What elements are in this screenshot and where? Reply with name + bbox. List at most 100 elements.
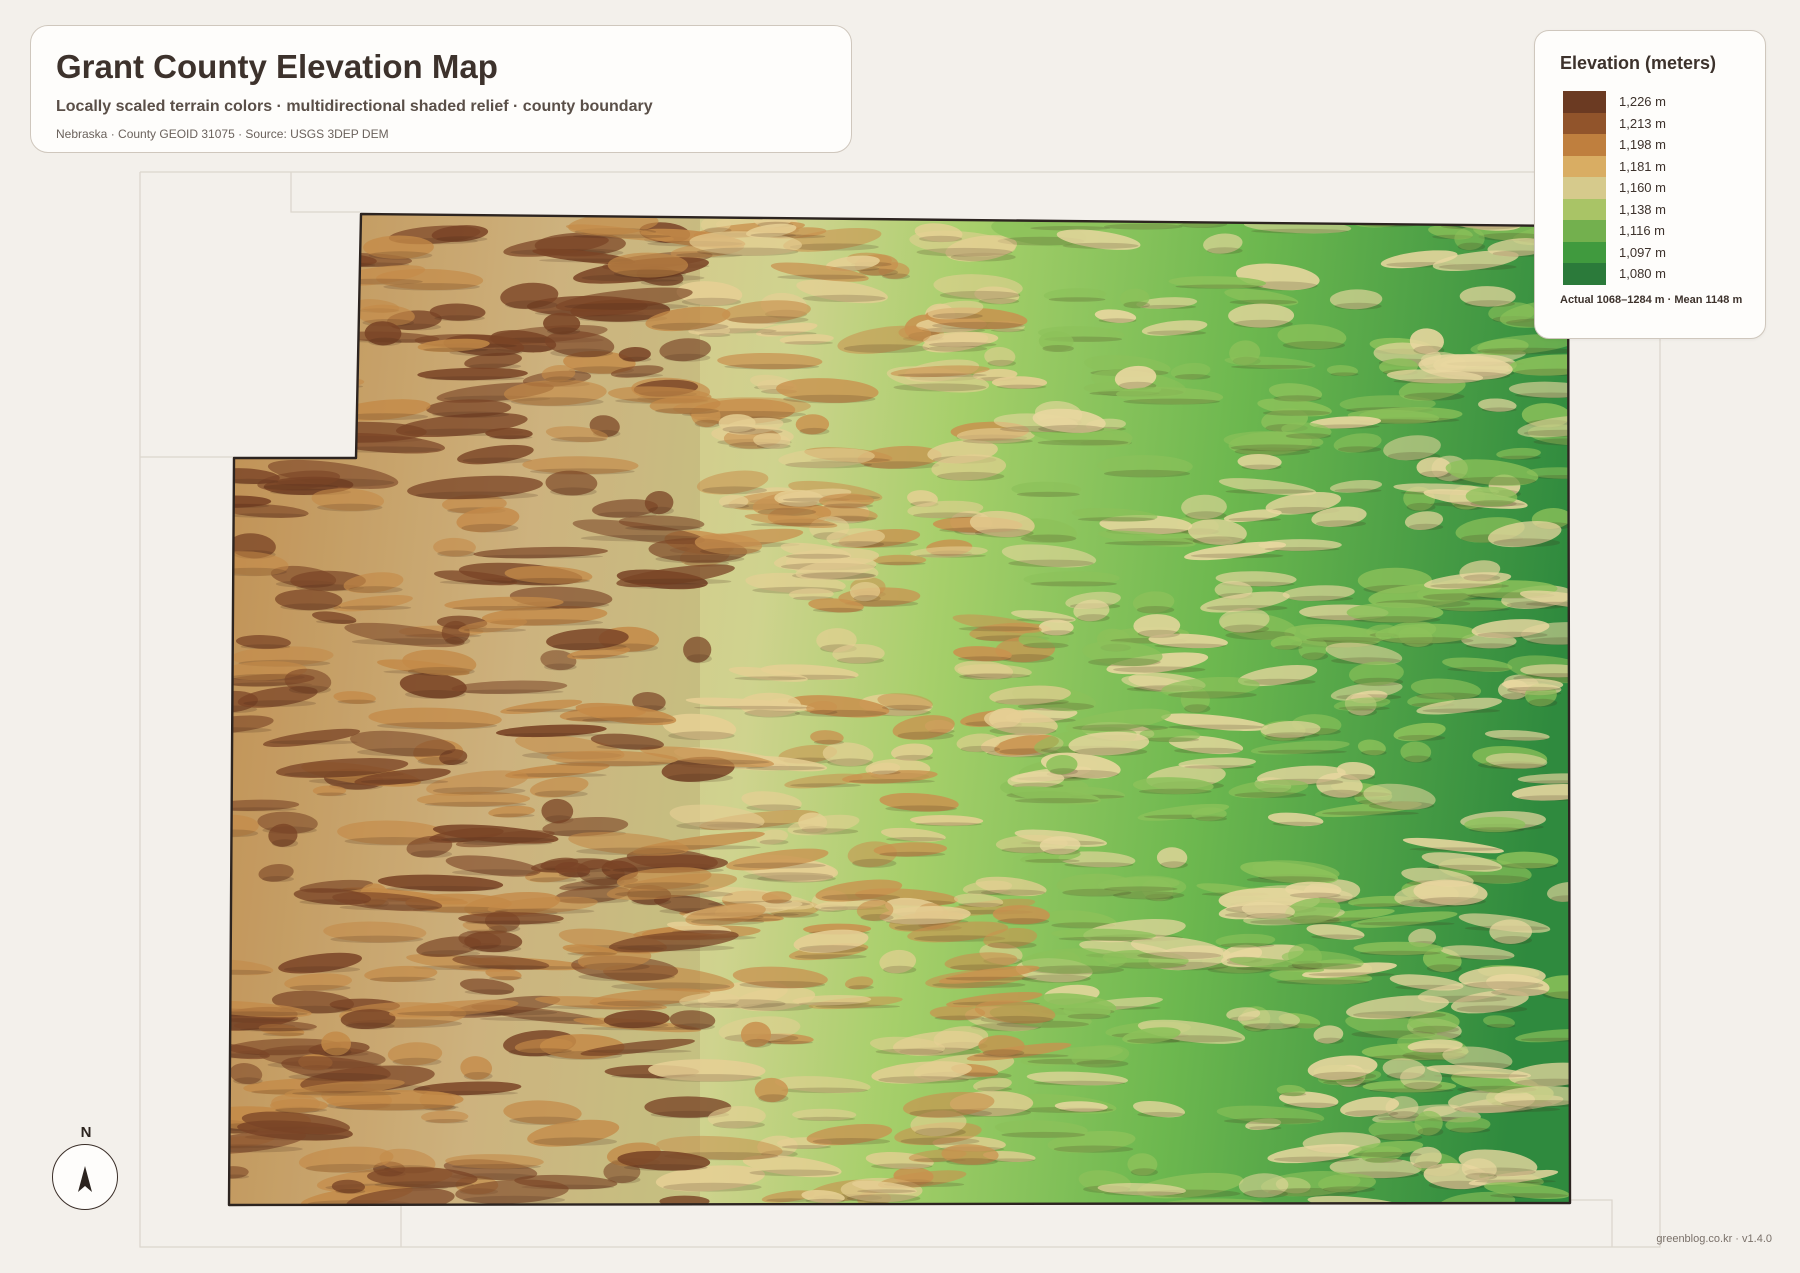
ridge-shadow <box>274 444 327 454</box>
dune-ridge <box>311 315 344 329</box>
ridge-shadow <box>1397 734 1446 741</box>
ridge-shadow <box>897 373 987 377</box>
ridge-shadow <box>1288 595 1354 602</box>
ridge-shadow <box>655 554 745 564</box>
ridge-shadow <box>827 758 873 767</box>
ridge-shadow <box>534 790 588 798</box>
ridge-shadow <box>805 1198 845 1204</box>
ridge-shadow <box>587 1049 692 1054</box>
legend-swatch <box>1563 177 1606 199</box>
ridge-shadow <box>544 663 577 671</box>
ridge-shadow <box>1353 616 1441 624</box>
dune-ridge <box>267 222 334 237</box>
legend-item: 1,097 m <box>1563 241 1753 263</box>
ridge-shadow <box>1361 750 1387 756</box>
ridge-shadow <box>694 419 722 428</box>
ridge-shadow <box>975 528 1034 538</box>
ridge-shadow <box>229 1053 269 1059</box>
legend-label: 1,181 m <box>1619 158 1666 174</box>
ridge-shadow <box>348 586 403 594</box>
ridge-shadow <box>1230 444 1321 452</box>
ridge-shadow <box>345 1022 395 1030</box>
dune-ridge <box>238 381 287 403</box>
ridge-shadow <box>846 1194 921 1203</box>
ridge-shadow <box>262 1032 305 1037</box>
ridge-shadow <box>1059 1108 1108 1112</box>
ridge-shadow <box>1311 934 1364 940</box>
ridge-shadow <box>1020 534 1077 543</box>
ridge-shadow <box>1444 1207 1514 1215</box>
ridge-shadow <box>1038 424 1105 434</box>
ridge-shadow <box>1168 691 1257 699</box>
ridge-shadow <box>1137 1111 1185 1118</box>
ridge-shadow <box>625 525 703 531</box>
ridge-shadow <box>1404 1081 1443 1091</box>
map-source: Nebraska · County GEOID 31075 · Source: … <box>56 127 389 141</box>
ridge-shadow <box>368 251 433 260</box>
ridge-shadow <box>445 636 471 646</box>
north-arrow: N <box>50 1120 122 1212</box>
ridge-shadow <box>1417 1127 1444 1137</box>
ridge-shadow <box>292 1091 401 1096</box>
ridge-shadow <box>1272 821 1323 827</box>
ridge-shadow <box>1518 795 1570 801</box>
ridge-shadow <box>789 243 879 251</box>
ridge-shadow <box>681 297 742 307</box>
ridge-shadow <box>1130 1168 1158 1176</box>
ridge-shadow <box>698 333 731 337</box>
ridge-shadow <box>1025 858 1080 863</box>
ridge-shadow <box>492 813 535 818</box>
ridge-shadow <box>1357 921 1455 926</box>
ridge-shadow <box>995 698 1069 706</box>
ridge-shadow <box>1033 1080 1126 1086</box>
ridge-shadow <box>1465 1172 1498 1181</box>
ridge-shadow <box>262 292 298 300</box>
ridge-shadow <box>722 503 749 509</box>
ridge-shadow <box>987 941 1037 949</box>
legend-label: 1,198 m <box>1619 137 1666 152</box>
ridge-shadow <box>1206 605 1288 611</box>
ridge-shadow <box>1103 223 1183 230</box>
ridge-shadow <box>1322 1186 1376 1193</box>
ridge-shadow <box>751 522 835 527</box>
ridge-shadow <box>1113 666 1206 673</box>
ridge-shadow <box>1445 955 1513 960</box>
ridge-shadow <box>339 605 412 611</box>
ridge-shadow <box>463 628 526 633</box>
ridge-shadow <box>229 345 298 352</box>
ridge-shadow <box>1104 886 1178 892</box>
ridge-shadow <box>1037 439 1129 446</box>
ridge-shadow <box>1334 302 1382 310</box>
ridge-shadow <box>1228 517 1282 522</box>
ridge-shadow <box>749 1169 839 1177</box>
ridge-shadow <box>980 1015 1054 1024</box>
ridge-shadow <box>801 572 875 579</box>
ridge-shadow <box>567 952 617 956</box>
legend-item: 1,213 m <box>1563 112 1753 134</box>
ridge-shadow <box>1190 553 1284 559</box>
ridge-shadow <box>958 626 1040 632</box>
ridge-shadow <box>1136 606 1175 614</box>
ridge-shadow <box>664 353 711 362</box>
ridge-shadow <box>1251 228 1348 234</box>
ridge-shadow <box>1147 330 1207 336</box>
ridge-shadow <box>928 342 997 348</box>
ridge-shadow <box>1233 319 1293 329</box>
ridge-shadow <box>1493 936 1532 945</box>
ridge-shadow <box>724 363 820 370</box>
ridge-shadow <box>777 274 867 280</box>
ridge-shadow <box>1466 643 1516 649</box>
ridge-shadow <box>1098 318 1137 323</box>
ridge-shadow <box>288 1072 388 1081</box>
ridge-shadow <box>879 851 946 857</box>
ridge-shadow <box>392 1057 442 1066</box>
ridge-shadow <box>798 1002 870 1006</box>
ridge-shadow <box>871 770 901 775</box>
ridge-shadow <box>1322 811 1419 816</box>
ridge-shadow <box>229 807 297 812</box>
ridge-shadow <box>1104 469 1190 478</box>
ridge-shadow <box>1456 1005 1528 1013</box>
ridge-shadow <box>1486 1023 1516 1028</box>
ridge-shadow <box>732 862 826 869</box>
ridge-shadow <box>1064 862 1134 868</box>
